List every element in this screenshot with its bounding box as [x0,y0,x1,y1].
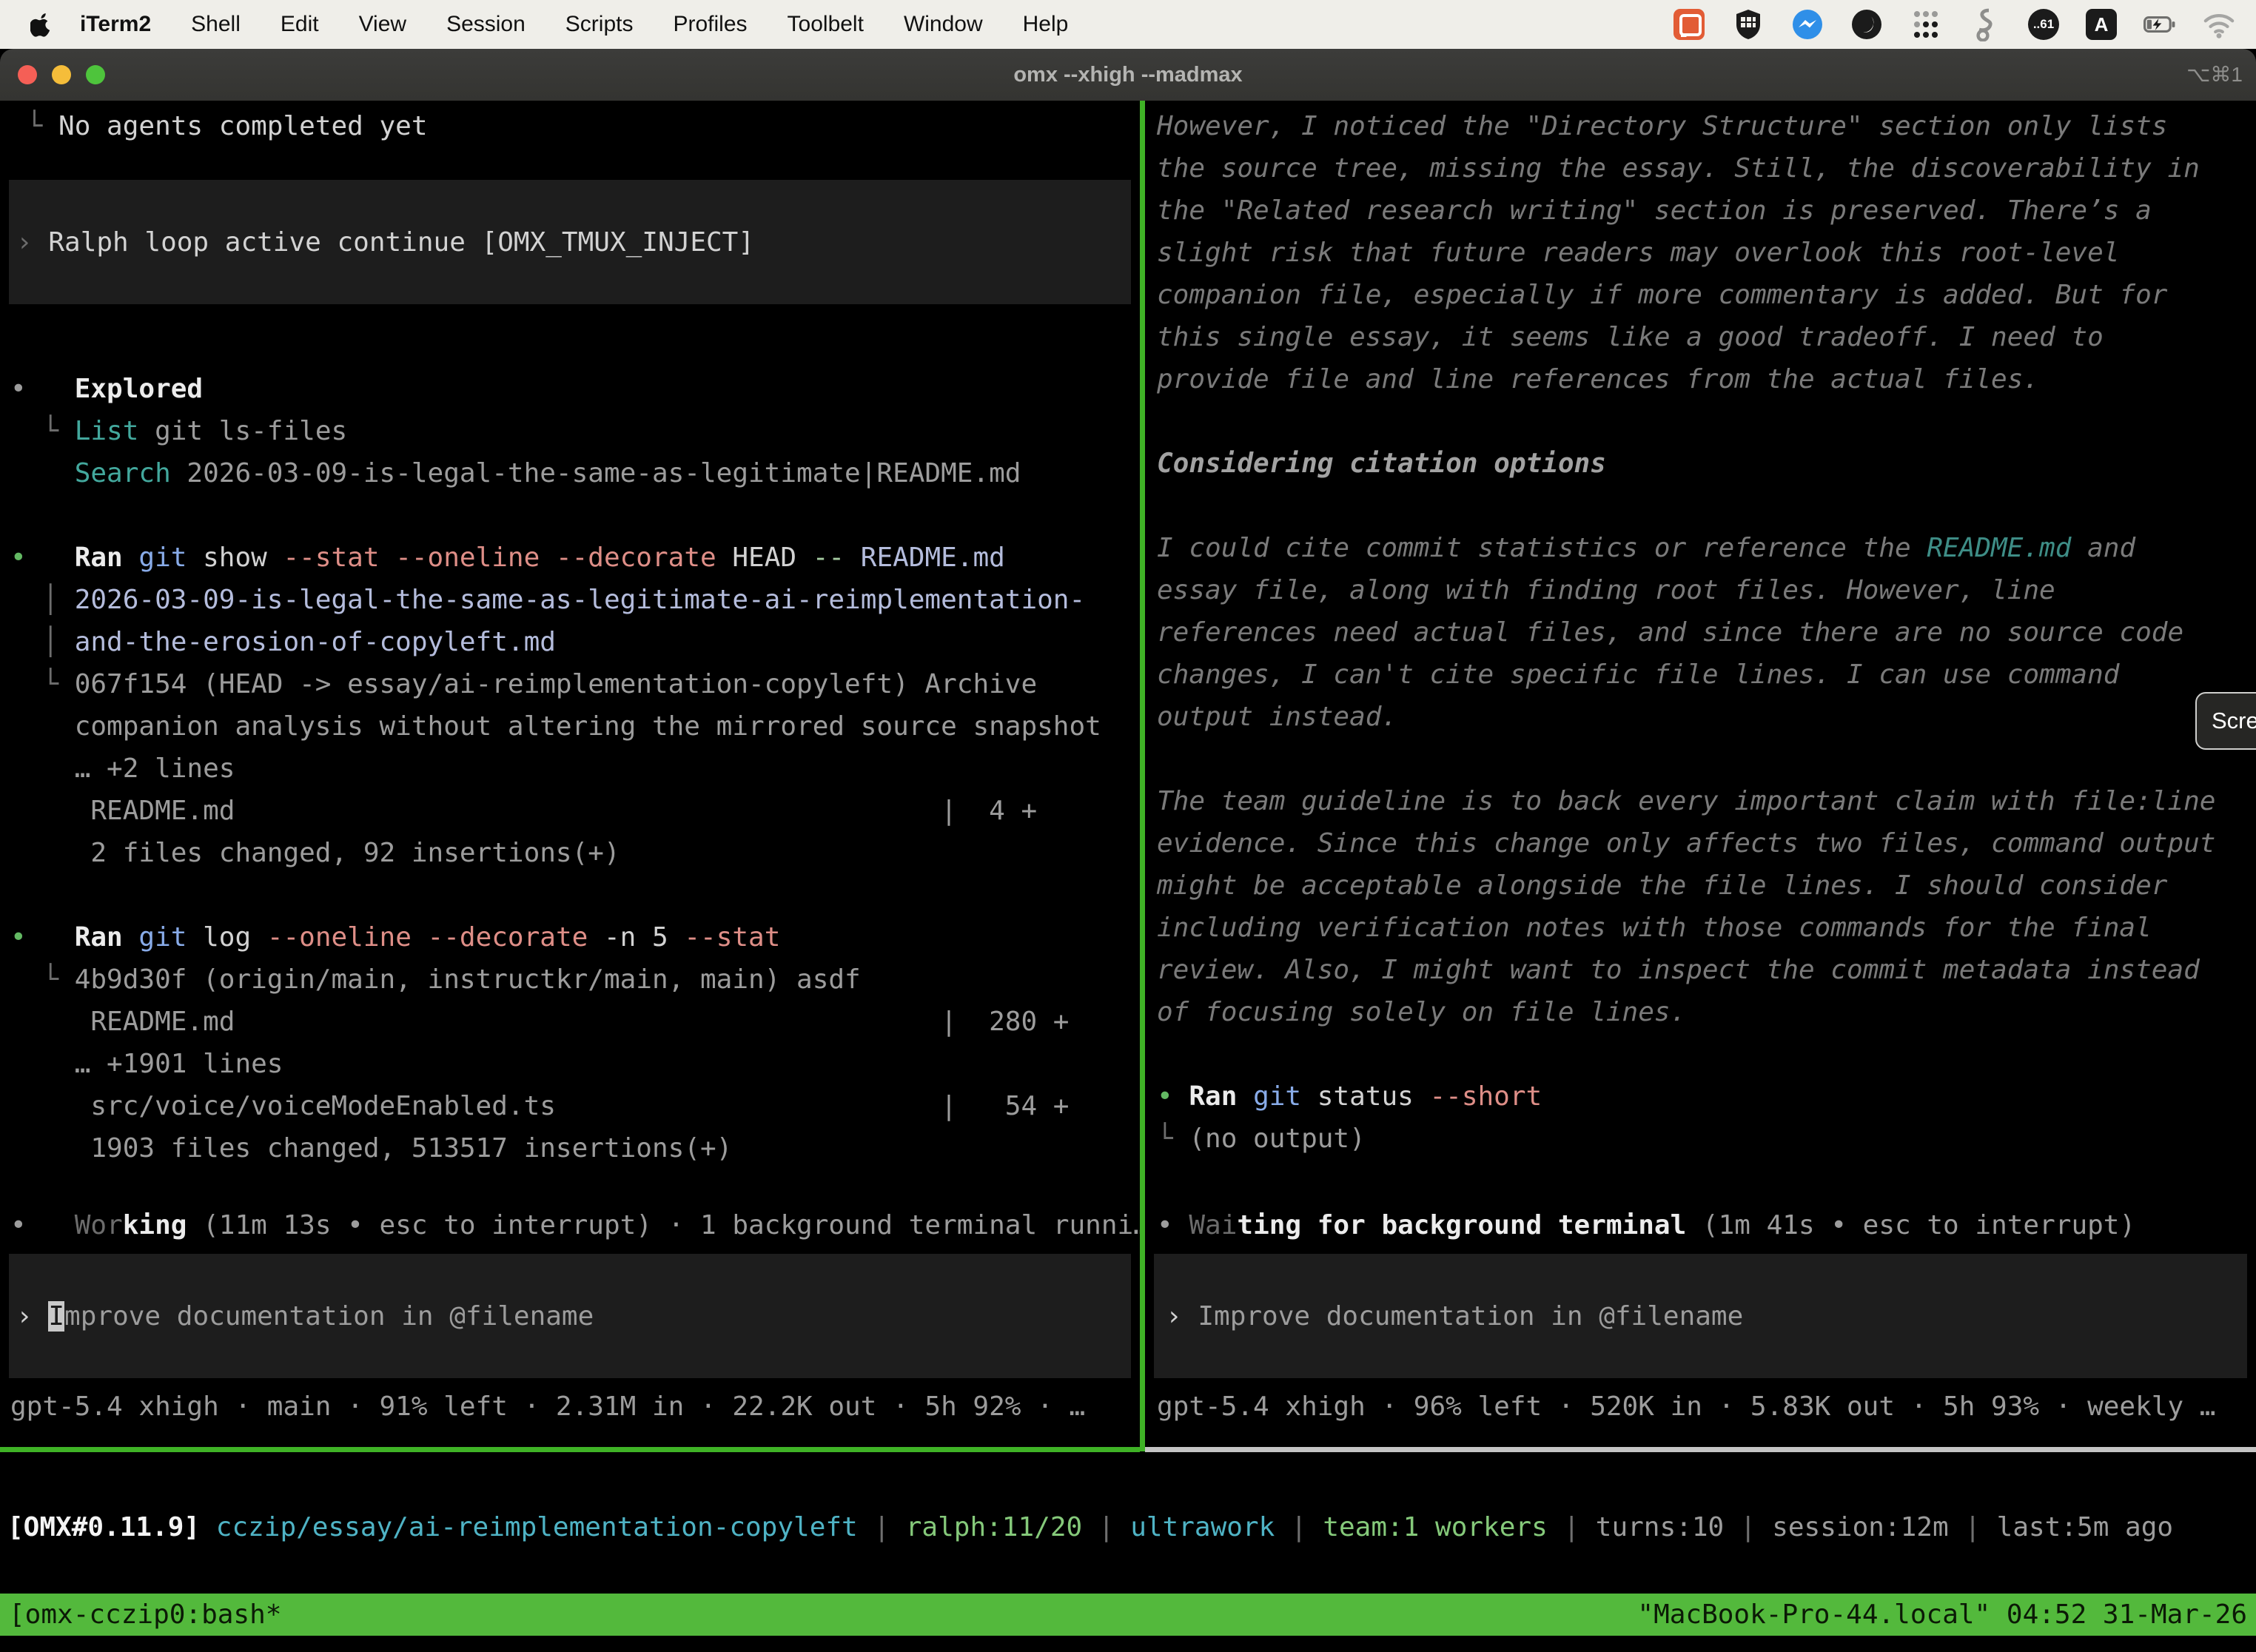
left-pane-log: • Explored └ List git ls-files Search 20… [0,368,1140,1169]
agents-status-line: └ No agents completed yet [0,105,1140,147]
menu-iterm2[interactable]: iTerm2 [58,12,171,37]
menu-help[interactable]: Help [1003,12,1089,37]
ralph-loop-line: › Ralph loop active continue [OMX_TMUX_I… [9,221,754,263]
input-source-badge[interactable]: A [2086,9,2117,40]
left-input-box[interactable]: › Improve documentation in @filename [9,1254,1131,1378]
close-button[interactable] [18,65,37,84]
shield-grid-icon[interactable] [1732,8,1765,41]
minimize-button[interactable] [52,65,71,84]
menu-session[interactable]: Session [426,12,545,37]
left-pane[interactable]: └ No agents completed yet › Ralph loop a… [0,101,1140,1447]
right-pane-bottom: • Waiting for background terminal (1m 41… [1145,1204,2256,1447]
right-pane[interactable]: However, I noticed the "Directory Struct… [1145,101,2256,1447]
messenger-icon[interactable] [1791,8,1824,41]
squiggle-icon[interactable] [1969,8,2001,41]
omx-status-bar: [OMX#0.11.9] cczip/essay/ai-reimplementa… [0,1506,2256,1548]
right-pane-log: However, I noticed the "Directory Struct… [1145,105,2256,1160]
screen: iTerm2 Shell Edit View Session Scripts P… [0,0,2256,1652]
titlebar[interactable]: omx --xhigh --madmax ⌥⌘1 [0,49,2256,101]
left-input-line: › Improve documentation in @filename [9,1295,594,1337]
tmux-status-bar: [omx-cczip0:bash* "MacBook-Pro-44.local"… [0,1594,2256,1636]
wifi-icon[interactable] [2203,8,2235,41]
left-prompt-box[interactable]: › Ralph loop active continue [OMX_TMUX_I… [9,180,1131,304]
zoom-button[interactable] [86,65,105,84]
menu-edit[interactable]: Edit [261,12,339,37]
screen-share-overlay[interactable]: Scre [2195,692,2256,750]
terminal: └ No agents completed yet › Ralph loop a… [0,101,2256,1652]
right-input-line: › Improve documentation in @filename [1154,1295,1743,1337]
right-pane-border [1145,1447,2256,1452]
left-model-status-line: gpt-5.4 xhigh · main · 91% left · 2.31M … [0,1386,1140,1428]
apple-menu-icon[interactable] [25,8,58,41]
menu-scripts[interactable]: Scripts [545,12,654,37]
pane-divider[interactable] [1140,101,1145,1451]
right-input-box[interactable]: › Improve documentation in @filename [1154,1254,2247,1378]
macos-menu-bar: iTerm2 Shell Edit View Session Scripts P… [0,0,2256,49]
menu-shell[interactable]: Shell [171,12,261,37]
left-pane-bottom: • Working (11m 13s • esc to interrupt) ·… [0,1204,1140,1447]
moon-circle-icon[interactable] [1850,8,1883,41]
menu-window[interactable]: Window [884,12,1003,37]
dots-grid-icon[interactable] [1910,8,1942,41]
chat-app-icon[interactable] [1673,8,1705,41]
menu-profiles[interactable]: Profiles [653,12,767,37]
waiting-status-line: • Waiting for background terminal (1m 41… [1145,1204,2256,1246]
tmux-session-label: [omx-cczip0:bash* [0,1594,290,1636]
iterm-window: omx --xhigh --madmax ⌥⌘1 └ No agents com… [0,49,2256,1652]
menu-view[interactable]: View [339,12,426,37]
working-status-line: • Working (11m 13s • esc to interrupt) ·… [0,1204,1140,1246]
screen-share-label: Scre [2212,708,2256,734]
tmux-host-clock: "MacBook-Pro-44.local" 04:52 31-Mar-26 [1628,1594,2256,1636]
battery-percent-badge[interactable]: ..61 [2028,9,2059,40]
left-pane-border [0,1447,1140,1452]
window-title: omx --xhigh --madmax [1013,63,1242,87]
battery-icon[interactable] [2143,8,2176,41]
right-model-status-line: gpt-5.4 xhigh · 96% left · 520K in · 5.8… [1145,1386,2256,1428]
menu-toolbelt[interactable]: Toolbelt [768,12,884,37]
window-hotkey: ⌥⌘1 [2186,62,2243,87]
